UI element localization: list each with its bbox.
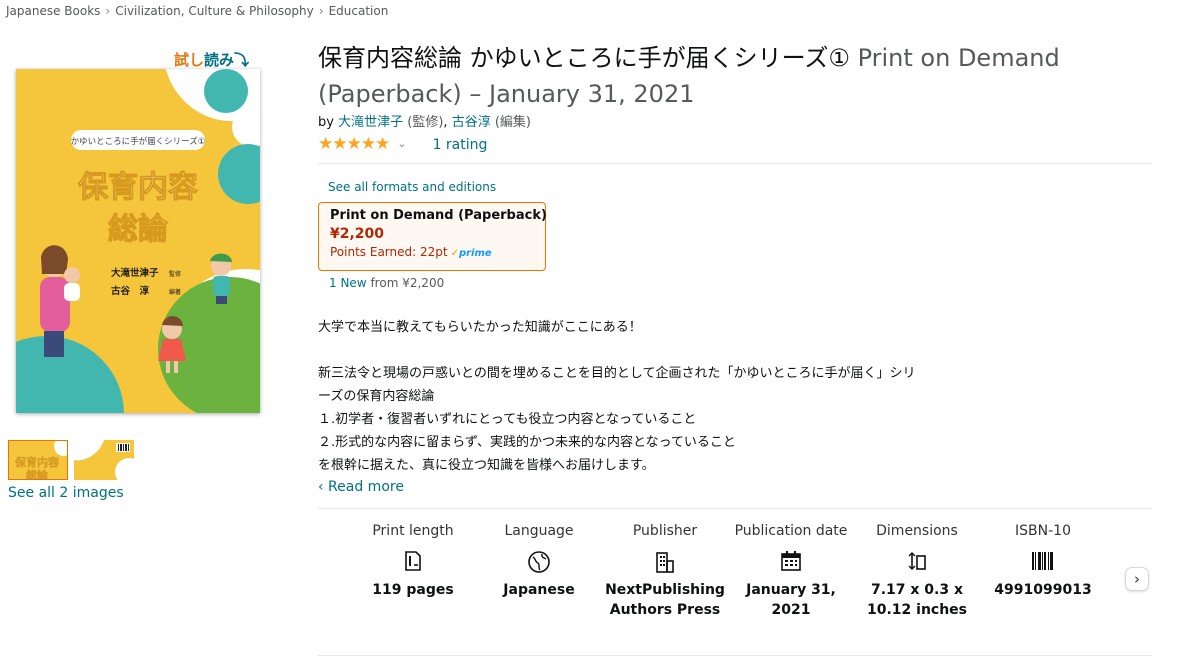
detail-label: Language (504, 523, 574, 539)
cover-editor-2-role: 編著 (169, 288, 181, 296)
cover-series-banner: かゆいところに手が届くシリーズ① (71, 136, 206, 147)
thumbnail-1-art: 保育内容 総論 (9, 441, 67, 480)
author-link-1[interactable]: 大滝世津子 (338, 115, 403, 130)
format-price: ¥2,200 (330, 226, 385, 242)
chevron-down-icon[interactable]: ⌄ (397, 137, 406, 150)
detail-label: Print length (372, 523, 454, 539)
detail-label: ISBN-10 (1015, 523, 1071, 539)
breadcrumb-separator: › (318, 4, 324, 18)
breadcrumb-item-japanese-books[interactable]: Japanese Books (6, 4, 100, 18)
description-paragraph: ーズの保育内容総論 (318, 389, 435, 404)
divider (318, 508, 1152, 509)
curved-arrow-icon: ⤵ (234, 51, 250, 69)
thumbnail-1-title: 保育内容 (14, 455, 59, 469)
description-paragraph: 新三法令と現場の戸惑いとの間を埋めることを目的として企画された「かゆいところに手… (318, 366, 916, 381)
detail-dimensions: Dimensions 7.17 x 0.3 x 10.12 inches (857, 523, 977, 620)
detail-label: Dimensions (876, 523, 958, 539)
description-gap (318, 339, 978, 362)
cover-editor-1: 大滝世津子 (111, 267, 159, 279)
product-title: 保育内容総論 かゆいところに手が届くシリーズ① Print on Demand … (318, 40, 1168, 112)
rating-count-link[interactable]: 1 rating (433, 137, 488, 153)
book-cover-art: かゆいところに手が届くシリーズ① 保育内容 総論 大滝世津子 監修 古谷 淳 編… (16, 69, 260, 413)
prime-check-icon: ✓ (450, 248, 459, 259)
detail-print-length: Print length 119 pages (353, 523, 473, 600)
detail-value: 4991099013 (994, 582, 1092, 598)
author-role-1: (監修) (407, 115, 444, 130)
detail-label: Publication date (734, 523, 848, 539)
cover-editor-1-role: 監修 (169, 270, 181, 278)
carousel-next-button[interactable]: › (1125, 567, 1149, 591)
format-points: Points Earned: 22pt ✓prime (330, 245, 534, 259)
thumbnail-2-art (74, 440, 134, 480)
cover-editor-2: 古谷 淳 (111, 285, 150, 297)
detail-label: Publisher (632, 523, 698, 539)
star-rating-icon[interactable]: ★★★★★ (318, 134, 390, 154)
description-paragraph: １.初学者・復習者いずれにとっても役立つ内容となっていること (318, 412, 697, 427)
barcode-icon (983, 550, 1103, 572)
look-inside-text-1: 試し (174, 51, 205, 69)
read-more-link[interactable]: ‹ Read more (318, 479, 404, 495)
thumbnail-1-title-2: 総論 (26, 468, 49, 480)
detail-value: NextPublishing Authors Press (605, 582, 725, 618)
byline: by 大滝世津子 (監修), 古谷淳 (編集) (318, 111, 531, 130)
page-count-icon (353, 550, 473, 572)
new-from-label: from (370, 276, 399, 290)
dimensions-icon (857, 550, 977, 572)
points-text: Points Earned: 22pt (330, 245, 448, 259)
detail-value: 119 pages (372, 582, 454, 598)
detail-publication-date: Publication date January 31, 2021 (731, 523, 851, 620)
description-paragraph: 大学で本当に教えてもらいたかった知識がここにある！ (318, 320, 642, 335)
detail-value: January 31, 2021 (746, 582, 836, 618)
new-from-price: ¥2,200 (402, 276, 445, 290)
prime-label: prime (458, 248, 492, 259)
author-role-2: (編集) (494, 115, 531, 130)
divider (318, 163, 1152, 164)
breadcrumb-item-civilization[interactable]: Civilization, Culture & Philosophy (115, 4, 314, 18)
detail-isbn-10: ISBN-10 4991099013 (983, 523, 1103, 600)
breadcrumb-item-education[interactable]: Education (329, 4, 389, 18)
breadcrumb-separator: › (105, 4, 111, 18)
look-inside-link[interactable]: 試し読み⤵ (174, 49, 249, 70)
thumbnail-image-1[interactable]: 保育内容 総論 (8, 440, 68, 480)
book-cover-image[interactable]: かゆいところに手が届くシリーズ① 保育内容 総論 大滝世津子 監修 古谷 淳 編… (16, 69, 260, 413)
format-option-selected[interactable]: Print on Demand (Paperback) ¥2,200 Point… (318, 202, 547, 271)
cover-title-line-2: 総論 (108, 212, 168, 247)
prime-badge: ✓prime (451, 248, 492, 259)
globe-icon (479, 550, 599, 573)
rating-row: ★★★★★ ⌄ 1 rating (318, 134, 487, 154)
detail-value: Japanese (503, 582, 575, 598)
see-all-formats-link[interactable]: See all formats and editions (328, 180, 496, 194)
detail-language: Language Japanese (479, 523, 599, 600)
divider (318, 655, 1152, 656)
description-paragraph: ２.形式的な内容に留まらず、実践的かつ未来的な内容となっていること (318, 435, 736, 450)
cover-title-line-1: 保育内容 (78, 170, 198, 205)
thumbnail-image-2[interactable] (74, 440, 134, 480)
breadcrumb: Japanese Books › Civilization, Culture & P… (6, 4, 388, 18)
format-name: Print on Demand (Paperback) (330, 208, 547, 223)
detail-value: 7.17 x 0.3 x 10.12 inches (866, 582, 968, 618)
calendar-icon (731, 550, 851, 572)
see-all-images-link[interactable]: See all 2 images (8, 485, 124, 501)
building-icon (605, 550, 725, 573)
author-link-2[interactable]: 古谷淳 (452, 115, 491, 130)
book-description: 大学で本当に教えてもらいたかった知識がここにある！ 新三法令と現場の戸惑いとの間… (318, 316, 978, 477)
description-paragraph: を根幹に据えた、真に役立つ知識を皆様へお届けします。 (318, 458, 655, 473)
detail-publisher: Publisher NextPublishing Authors Press (605, 523, 725, 620)
author-separator: , (443, 115, 448, 130)
chevron-right-icon: › (1134, 570, 1140, 588)
new-offers: 1 New from ¥2,200 (329, 276, 444, 290)
byline-prefix: by (318, 115, 334, 130)
product-title-text: 保育内容総論 かゆいところに手が届くシリーズ① (318, 44, 850, 72)
new-offers-link[interactable]: 1 New (329, 276, 367, 290)
look-inside-text-2: 読み (204, 51, 235, 69)
